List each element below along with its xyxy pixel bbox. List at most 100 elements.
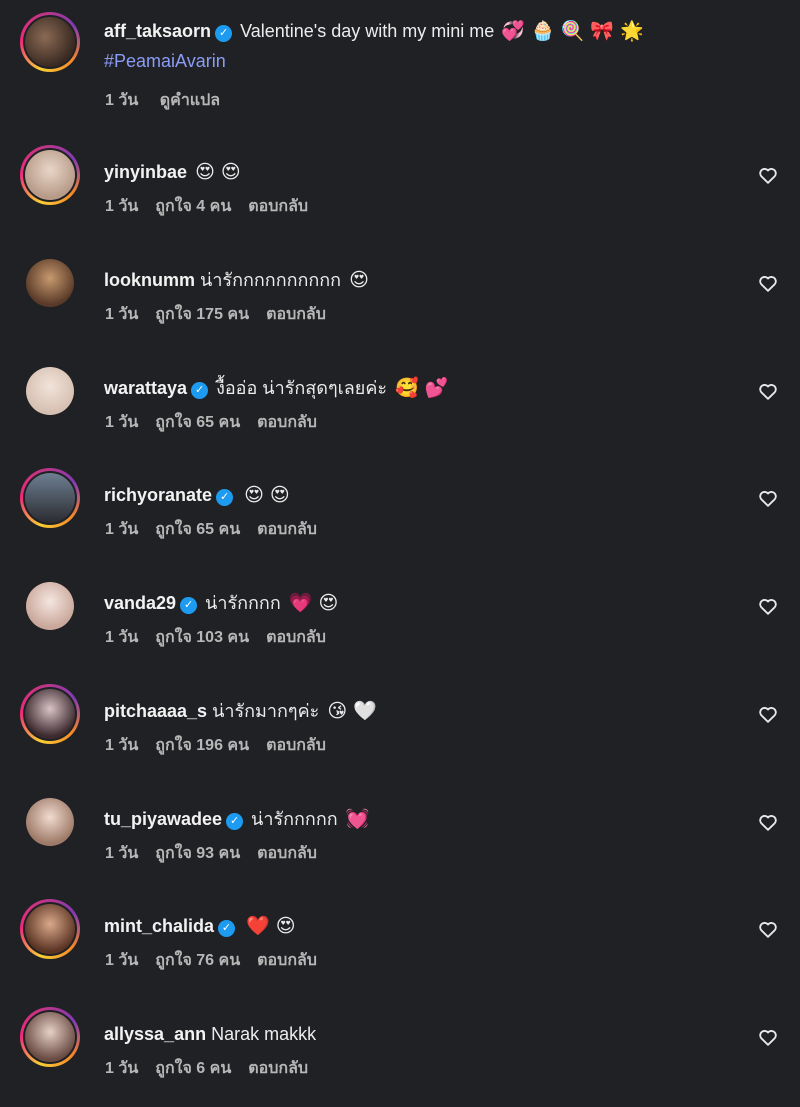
- comment-username[interactable]: tu_piyawadee: [104, 809, 222, 829]
- comment-username[interactable]: pitchaaaa_s: [104, 701, 207, 721]
- avatar[interactable]: [20, 576, 80, 636]
- comment-text: งื้ออ่อ น่ารักสุดๆเลยค่ะ: [211, 378, 388, 398]
- timestamp: 1 วัน: [105, 306, 139, 323]
- comment-item: richyoranate ✓ 😍 😍 1 วัน ถูกใจ 65 คน ตอบกลับ: [0, 468, 800, 568]
- comment-meta: 1 วัน ถูกใจ 93 คน ตอบกลับ: [105, 844, 334, 864]
- avatar[interactable]: [20, 899, 80, 959]
- comment-username[interactable]: mint_chalida: [104, 916, 214, 936]
- like-heart-icon[interactable]: [757, 918, 779, 940]
- likes-count[interactable]: ถูกใจ 76 คน: [155, 952, 240, 969]
- comment-emojis: 😍 😍: [238, 484, 290, 506]
- timestamp: 1 วัน: [105, 1060, 139, 1077]
- avatar[interactable]: [20, 1007, 80, 1067]
- timestamp: 1 วัน: [105, 629, 139, 646]
- reply-button[interactable]: ตอบกลับ: [257, 521, 317, 538]
- avatar[interactable]: [20, 684, 80, 744]
- comment-text: น่ารักมากๆค่ะ: [207, 701, 320, 721]
- likes-count[interactable]: ถูกใจ 65 คน: [155, 414, 240, 431]
- translate-link[interactable]: ดูคำแปล: [160, 92, 220, 109]
- comment-emojis: ❤️ 😍: [240, 915, 296, 937]
- verified-icon: ✓: [216, 489, 234, 506]
- comment-item: yinyinbae 😍 😍 1 วัน ถูกใจ 4 คน ตอบกลับ: [0, 145, 800, 245]
- like-heart-icon[interactable]: [757, 595, 779, 617]
- timestamp: 1 วัน: [105, 414, 139, 431]
- comment-text: น่ารักกกกกกกกกก: [195, 270, 342, 290]
- avatar[interactable]: [20, 468, 80, 528]
- verified-icon: ✓: [180, 597, 198, 614]
- comment-item: mint_chalida ✓ ❤️ 😍 1 วัน ถูกใจ 76 คน ตอบกลั…: [0, 899, 800, 999]
- avatar[interactable]: [20, 792, 80, 852]
- likes-count[interactable]: ถูกใจ 103 คน: [155, 629, 249, 646]
- verified-icon: ✓: [215, 25, 233, 42]
- comment-meta: 1 วัน ถูกใจ 4 คน ตอบกลับ: [105, 197, 325, 217]
- comment-username[interactable]: looknumm: [104, 270, 195, 290]
- avatar[interactable]: [20, 12, 80, 72]
- comment-meta: 1 วัน ถูกใจ 175 คน ตอบกลับ: [105, 305, 343, 325]
- like-heart-icon[interactable]: [757, 487, 779, 509]
- like-heart-icon[interactable]: [757, 164, 779, 186]
- comment-username[interactable]: vanda29: [104, 593, 176, 613]
- verified-icon: ✓: [191, 382, 209, 399]
- timestamp: 1 วัน: [105, 845, 139, 862]
- reply-button[interactable]: ตอบกลับ: [266, 737, 326, 754]
- timestamp: 1 วัน: [105, 521, 139, 538]
- reply-button[interactable]: ตอบกลับ: [248, 198, 308, 215]
- caption-emojis: 💞 🧁 🍭 🎀 🌟: [501, 20, 644, 42]
- comment-meta: 1 วัน ถูกใจ 196 คน ตอบกลับ: [105, 736, 343, 756]
- hashtag-link[interactable]: #PeamaiAvarin: [104, 51, 226, 71]
- like-heart-icon[interactable]: [757, 1026, 779, 1048]
- comment-item: warattaya ✓ งื้ออ่อ น่ารักสุดๆเลยค่ะ 🥰 💕 1…: [0, 361, 800, 461]
- comment-item: pitchaaaa_s น่ารักมากๆค่ะ 😘 🤍 1 วัน ถูกใจ …: [0, 684, 800, 784]
- caption-meta: 1 วัน ดูคำแปล: [105, 91, 237, 111]
- avatar[interactable]: [20, 253, 80, 313]
- comment-emojis: 💗 😍: [282, 592, 339, 614]
- timestamp: 1 วัน: [105, 952, 139, 969]
- likes-count[interactable]: ถูกใจ 6 คน: [155, 1060, 231, 1077]
- comment-meta: 1 วัน ถูกใจ 65 คน ตอบกลับ: [105, 413, 334, 433]
- comment-username[interactable]: yinyinbae: [104, 162, 187, 182]
- comment-item: looknumm น่ารักกกกกกกกกก 😍 1 วัน ถูกใจ 175…: [0, 253, 800, 353]
- reply-button[interactable]: ตอบกลับ: [248, 1060, 308, 1077]
- comment-username[interactable]: allyssa_ann: [104, 1024, 206, 1044]
- comment-meta: 1 วัน ถูกใจ 6 คน ตอบกลับ: [105, 1059, 325, 1079]
- reply-button[interactable]: ตอบกลับ: [266, 306, 326, 323]
- like-heart-icon[interactable]: [757, 811, 779, 833]
- comment-item: allyssa_ann Narak makkk 1 วัน ถูกใจ 6 คน ตอ…: [0, 1007, 800, 1107]
- like-heart-icon[interactable]: [757, 703, 779, 725]
- comment-username[interactable]: warattaya: [104, 378, 187, 398]
- avatar[interactable]: [20, 145, 80, 205]
- comment-emojis: 😍 😍: [189, 161, 241, 183]
- reply-button[interactable]: ตอบกลับ: [266, 629, 326, 646]
- comment-meta: 1 วัน ถูกใจ 76 คน ตอบกลับ: [105, 951, 334, 971]
- comment-username[interactable]: richyoranate: [104, 485, 212, 505]
- reply-button[interactable]: ตอบกลับ: [257, 414, 317, 431]
- comment-emojis: 😘 🤍: [321, 700, 377, 722]
- comment-text: Narak makkk: [206, 1024, 317, 1044]
- timestamp: 1 วัน: [105, 92, 139, 109]
- avatar[interactable]: [20, 361, 80, 421]
- likes-count[interactable]: ถูกใจ 4 คน: [155, 198, 231, 215]
- like-heart-icon[interactable]: [757, 380, 779, 402]
- like-heart-icon[interactable]: [757, 272, 779, 294]
- caption-text: Valentine's day with my mini me: [240, 21, 495, 41]
- comment-text: น่ารักกกก: [200, 593, 281, 613]
- likes-count[interactable]: ถูกใจ 196 คน: [155, 737, 249, 754]
- verified-icon: ✓: [218, 920, 236, 937]
- comment-item: tu_piyawadee ✓ น่ารักกกกก 💓 1 วัน ถูกใจ 93 …: [0, 792, 800, 892]
- likes-count[interactable]: ถูกใจ 175 คน: [155, 306, 249, 323]
- comment-emojis: 🥰 💕: [389, 377, 449, 399]
- reply-button[interactable]: ตอบกลับ: [257, 845, 317, 862]
- comment-emojis: 😍: [343, 269, 369, 291]
- comment-meta: 1 วัน ถูกใจ 65 คน ตอบกลับ: [105, 520, 334, 540]
- comment-item: vanda29 ✓ น่ารักกกก 💗 😍 1 วัน ถูกใจ 103 คน ต…: [0, 576, 800, 676]
- reply-button[interactable]: ตอบกลับ: [257, 952, 317, 969]
- timestamp: 1 วัน: [105, 737, 139, 754]
- comment-text: น่ารักกกกก: [246, 809, 338, 829]
- comment-meta: 1 วัน ถูกใจ 103 คน ตอบกลับ: [105, 628, 343, 648]
- likes-count[interactable]: ถูกใจ 65 คน: [155, 521, 240, 538]
- caption: aff_taksaorn ✓ Valentine's day with my mi…: [0, 12, 800, 112]
- likes-count[interactable]: ถูกใจ 93 คน: [155, 845, 240, 862]
- verified-icon: ✓: [226, 813, 244, 830]
- caption-username[interactable]: aff_taksaorn: [104, 21, 211, 41]
- timestamp: 1 วัน: [105, 198, 139, 215]
